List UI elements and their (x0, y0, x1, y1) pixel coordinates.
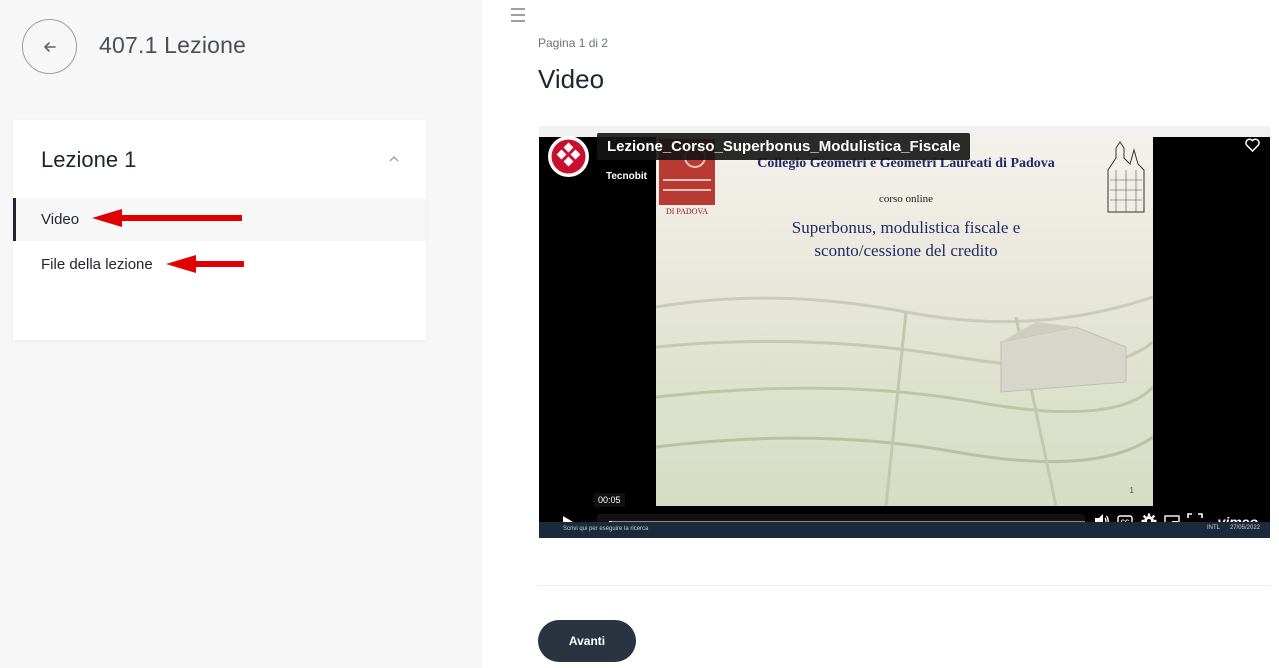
nav-item-label: Video (41, 211, 80, 228)
slide-logo-caption: DI PADOVA (665, 207, 708, 216)
lesson-title: 407.1 Lezione (99, 32, 247, 58)
lesson-card: Lezione 1 Video File della lezione (13, 120, 426, 340)
back-button[interactable] (22, 19, 77, 74)
divider (538, 585, 1271, 586)
sidebar: 407.1 Lezione Lezione 1 Video File della… (0, 0, 482, 668)
card-title: Lezione 1 (41, 147, 137, 172)
slide-main-text: Superbonus, modulistica fiscale e sconto… (716, 216, 1096, 262)
slide-subtitle: corso online (878, 193, 934, 205)
video-author[interactable]: Tecnobit (606, 171, 647, 182)
heart-icon[interactable] (1245, 138, 1260, 152)
nav-item-label: File della lezione (41, 256, 153, 273)
taskbar-search-text: Scrivi qui per eseguire la ricerca (563, 526, 649, 532)
video-title[interactable]: Lezione_Corso_Superbonus_Modulistica_Fis… (597, 133, 971, 160)
annotation-arrow (166, 255, 244, 273)
annotation-arrow (92, 209, 242, 227)
taskbar-language: INTL (1206, 525, 1220, 531)
channel-avatar[interactable] (548, 136, 589, 177)
slide-main-line: sconto/cessione del credito (814, 241, 998, 260)
pagination: Pagina 1 di 2 (538, 36, 609, 50)
presentation-slide: DI PADOVA Collegio Geometri e Geometri L… (656, 137, 1153, 506)
taskbar-date: 27/05/2022 (1229, 525, 1260, 531)
next-button[interactable]: Avanti (538, 620, 636, 662)
hamburger-menu-icon[interactable] (511, 7, 525, 23)
current-time: 00:05 (594, 493, 625, 507)
slide-number: 1 (1129, 486, 1134, 495)
chevron-up-icon[interactable] (388, 153, 400, 165)
slide-main-line: Superbonus, modulistica fiscale e (791, 218, 1021, 237)
page-title: Video (538, 64, 605, 94)
recorded-taskbar: Scrivi qui per eseguire la ricerca INTL … (539, 522, 1270, 538)
building-illustration (1107, 141, 1145, 213)
video-player[interactable]: DI PADOVA Collegio Geometri e Geometri L… (539, 126, 1270, 538)
arrow-left-icon (43, 41, 56, 52)
